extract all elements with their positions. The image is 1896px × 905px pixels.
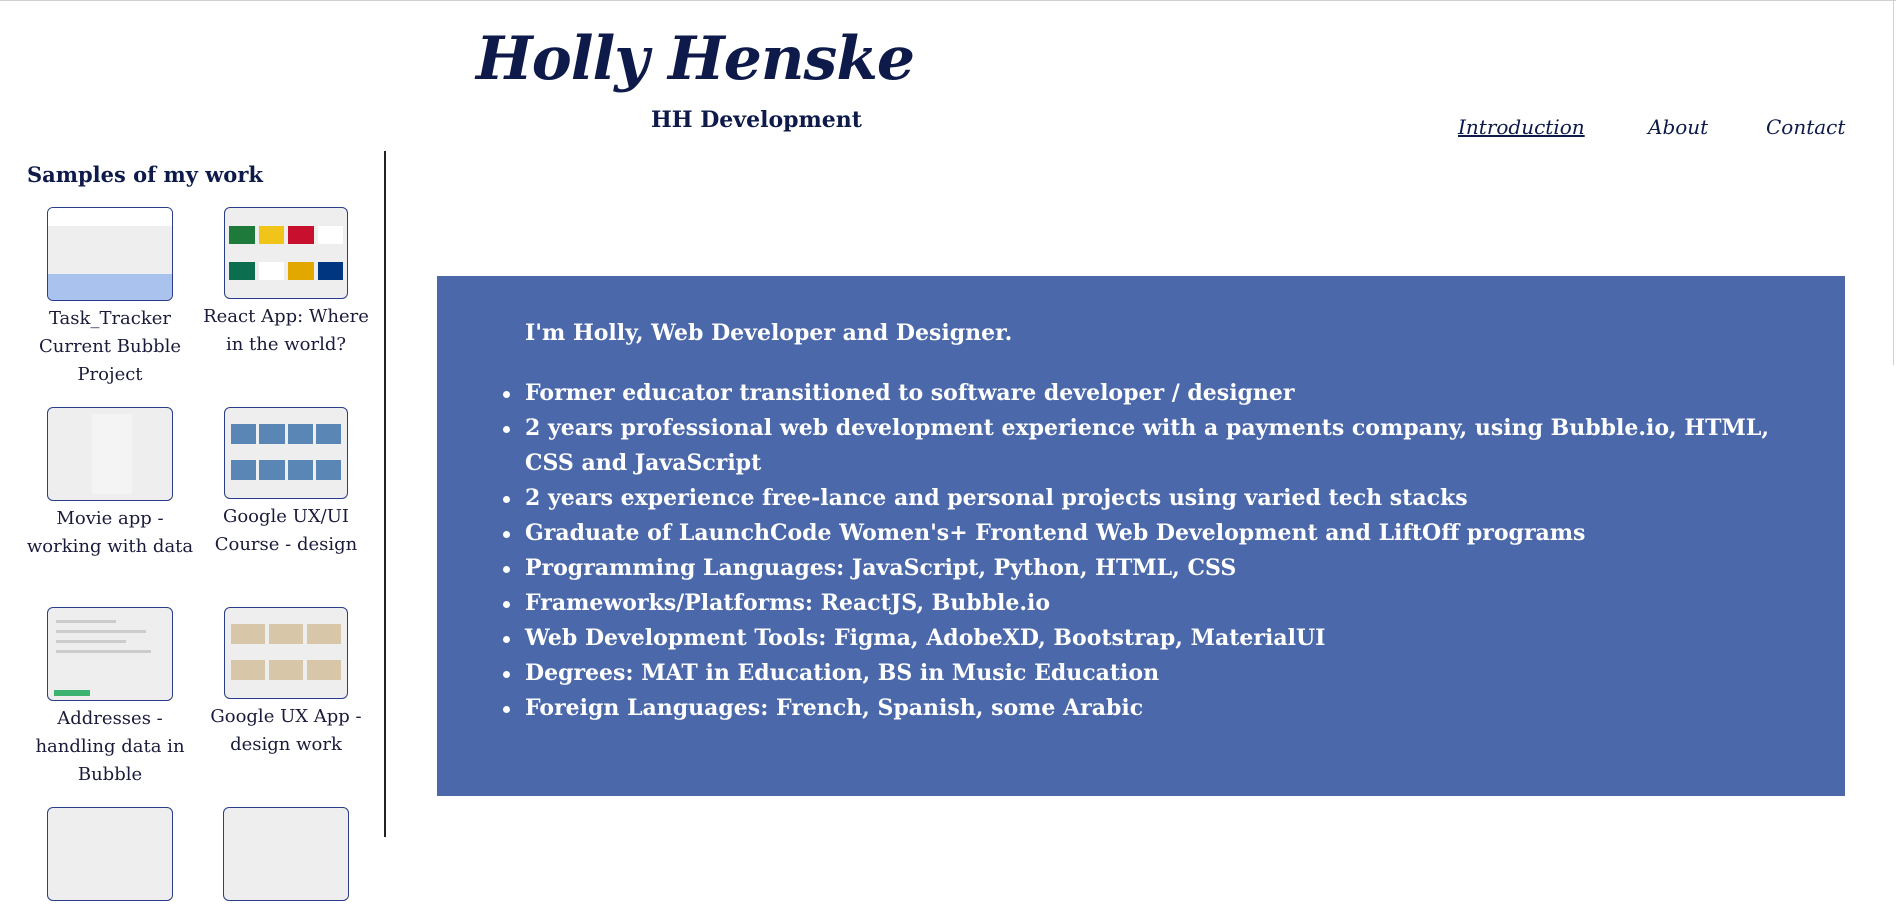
intro-list-item: Former educator transitioned to software… [503, 376, 1785, 411]
sample-thumbnail[interactable] [224, 407, 348, 499]
samples-heading: Samples of my work [27, 162, 263, 187]
nav-link-introduction[interactable]: Introduction [1458, 115, 1585, 139]
sample-caption[interactable]: Task_Tracker Current Bubble Project [22, 305, 198, 389]
sample-card-google-ux-course[interactable]: Google UX/UI Course - design [198, 407, 374, 559]
page-scrollbar-edge [1893, 0, 1894, 365]
intro-panel: I'm Holly, Web Developer and Designer. F… [437, 276, 1845, 796]
sample-caption[interactable]: Google UX/UI Course - design [198, 503, 374, 559]
intro-list-item: 2 years experience free-lance and person… [503, 481, 1785, 516]
intro-list-item: Graduate of LaunchCode Women's+ Frontend… [503, 516, 1785, 551]
sample-caption[interactable]: Google UX App - design work [198, 703, 374, 759]
intro-list-item: Foreign Languages: French, Spanish, some… [503, 691, 1785, 726]
intro-list-item: Frameworks/Platforms: ReactJS, Bubble.io [503, 586, 1785, 621]
sample-card-react-app[interactable]: React App: Where in the world? [198, 207, 374, 359]
intro-greeting: I'm Holly, Web Developer and Designer. [525, 320, 1013, 346]
intro-list-item: 2 years professional web development exp… [503, 411, 1785, 481]
sample-thumbnail[interactable] [224, 207, 348, 299]
main-nav: Introduction About Contact [0, 115, 1896, 145]
sample-card-task-tracker[interactable]: Task_Tracker Current Bubble Project [22, 207, 198, 389]
sample-card-addresses[interactable]: Addresses - handling data in Bubble [22, 607, 198, 789]
nav-link-about[interactable]: About [1648, 115, 1708, 139]
sample-caption[interactable]: React App: Where in the world? [198, 303, 374, 359]
site-title: Holly Henske [476, 24, 915, 94]
intro-list-item: Programming Languages: JavaScript, Pytho… [503, 551, 1785, 586]
sample-thumbnail[interactable] [47, 207, 173, 301]
intro-list-item: Degrees: MAT in Education, BS in Music E… [503, 656, 1785, 691]
sample-caption[interactable]: Movie app - working with data [22, 505, 198, 561]
intro-list: Former educator transitioned to software… [503, 376, 1785, 726]
sample-card[interactable] [22, 807, 198, 905]
sample-thumbnail[interactable] [224, 607, 348, 699]
sample-thumbnail[interactable] [47, 807, 173, 901]
sample-card-movie-app[interactable]: Movie app - working with data [22, 407, 198, 561]
sample-card[interactable] [198, 807, 374, 905]
sample-caption[interactable]: Addresses - handling data in Bubble [22, 705, 198, 789]
top-border [0, 0, 1896, 1]
nav-link-contact[interactable]: Contact [1766, 115, 1845, 139]
sidebar-divider [384, 151, 386, 837]
intro-list-item: Web Development Tools: Figma, AdobeXD, B… [503, 621, 1785, 656]
sample-thumbnail[interactable] [223, 807, 349, 901]
sample-card-google-ux-app[interactable]: Google UX App - design work [198, 607, 374, 759]
sample-thumbnail[interactable] [47, 607, 173, 701]
sample-thumbnail[interactable] [47, 407, 173, 501]
